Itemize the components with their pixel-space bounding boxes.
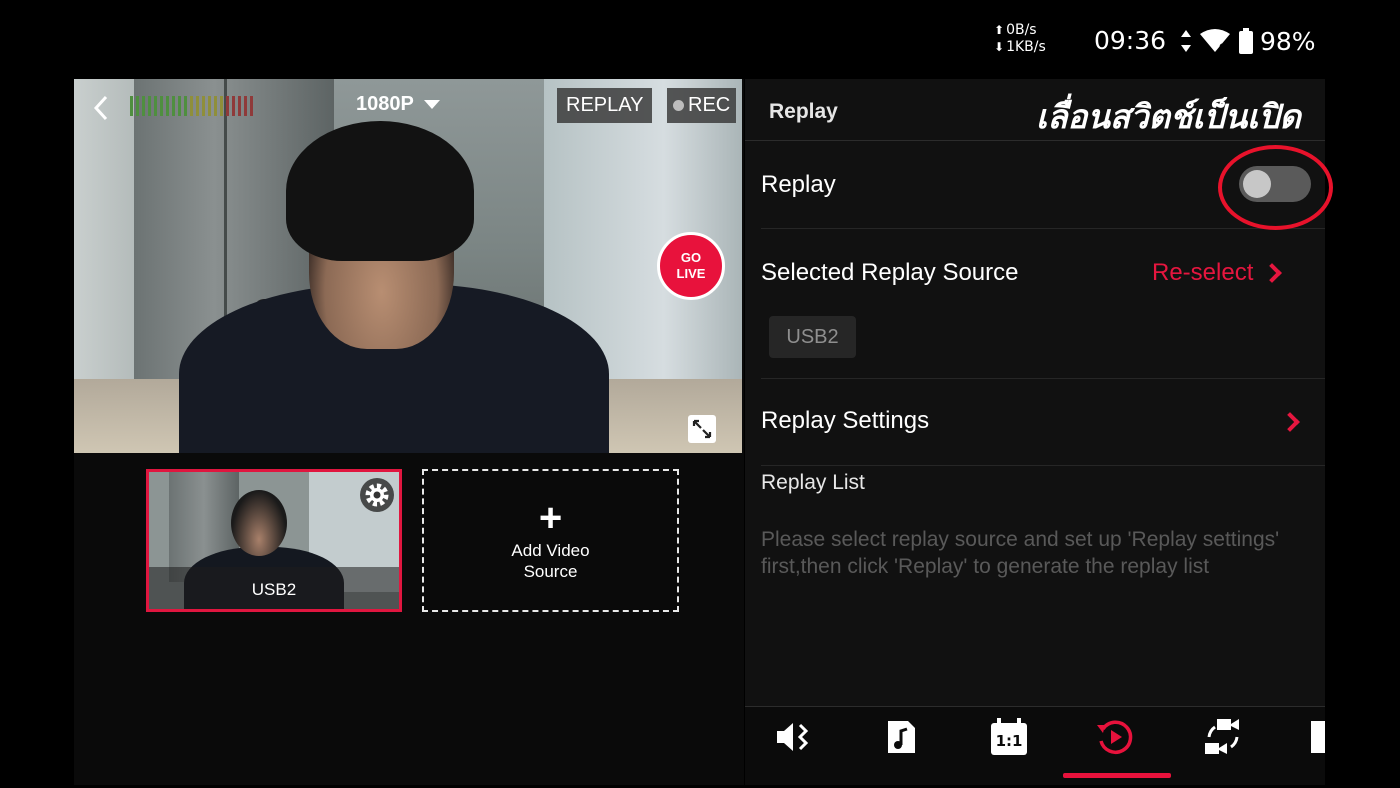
chevron-right-icon xyxy=(1280,412,1300,432)
scene-person-hair xyxy=(286,121,474,261)
replay-list-hint: Please select replay source and set up '… xyxy=(761,528,1280,578)
tile-scene-head xyxy=(231,490,287,556)
back-icon[interactable] xyxy=(88,91,114,125)
battery-icon xyxy=(1239,28,1253,54)
reselect-button[interactable]: Re-select xyxy=(1152,259,1283,287)
network-speed: ⬆ 0B/s ⬇ 1KB/s xyxy=(994,22,1046,55)
battery-level: 98% xyxy=(1260,26,1316,56)
replay-toggle-label: Replay xyxy=(761,171,836,198)
audio-icon[interactable] xyxy=(773,715,817,759)
svg-text:6: 6 xyxy=(1219,43,1225,53)
status-bar: ⬆ 0B/s ⬇ 1KB/s 09:36 6 98% xyxy=(0,0,1400,80)
replay-list-label: Replay List xyxy=(761,471,865,494)
aspect-ratio-button[interactable]: 1:1 xyxy=(987,715,1031,759)
clock: 09:36 xyxy=(1094,26,1167,55)
camera-preview[interactable]: 1080P REPLAY REC GO LIVE xyxy=(74,79,742,453)
selected-source-chip: USB2 xyxy=(769,316,856,358)
video-source-tile[interactable]: USB2 xyxy=(146,469,402,612)
status-icons: 6 98% xyxy=(1180,26,1316,56)
wifi-icon: 6 xyxy=(1200,29,1230,53)
music-icon[interactable] xyxy=(879,715,923,759)
gear-icon[interactable] xyxy=(360,478,394,512)
rec-button[interactable]: REC xyxy=(667,88,737,123)
fullscreen-icon[interactable] xyxy=(688,415,716,443)
rec-label: REC xyxy=(688,94,731,116)
upload-arrow-icon: ⬆ xyxy=(994,23,1005,37)
download-arrow-icon: ⬇ xyxy=(994,40,1005,54)
go-live-line1: GO xyxy=(680,250,702,265)
panel-title: Replay xyxy=(769,100,838,123)
aspect-ratio-icon: 1:1 xyxy=(991,718,1027,755)
annotation-highlight-ring xyxy=(1218,145,1333,230)
go-live-button[interactable]: GO LIVE xyxy=(657,232,725,300)
bottom-toolbar: 1:1 xyxy=(745,706,1325,785)
dropdown-arrow-icon xyxy=(423,100,440,109)
go-live-line2: LIVE xyxy=(676,266,706,281)
active-tab-indicator xyxy=(1063,773,1171,778)
annotation-caption: เลื่อนสวิตช์เป็นเปิด xyxy=(1036,97,1301,136)
replay-chip[interactable]: REPLAY xyxy=(557,88,653,123)
chevron-right-icon xyxy=(1262,263,1283,283)
audio-level-meter xyxy=(130,96,253,116)
add-video-source-button[interactable]: + Add Video Source xyxy=(422,469,679,612)
plus-icon: + xyxy=(538,495,563,540)
resolution-label: 1080P xyxy=(356,93,414,115)
reselect-label: Re-select xyxy=(1152,259,1254,286)
resolution-selector[interactable]: 1080P xyxy=(356,93,440,116)
svg-text:1:1: 1:1 xyxy=(996,732,1023,750)
replay-panel: Replay Replay Selected Replay Source Re-… xyxy=(745,79,1333,785)
source-tile-label: USB2 xyxy=(251,580,297,599)
replay-settings-label: Replay Settings xyxy=(761,407,930,434)
replay-settings-row[interactable]: Replay Settings xyxy=(761,379,1325,466)
replay-icon[interactable] xyxy=(1093,715,1137,759)
overlay-icon[interactable] xyxy=(1305,715,1325,759)
record-dot-icon xyxy=(673,100,684,111)
camera-area: 1080P REPLAY REC GO LIVE USB2 + Add Vide… xyxy=(74,79,744,785)
add-video-source-label: Add Video Source xyxy=(511,540,590,581)
data-transfer-icon xyxy=(1181,30,1191,52)
switch-camera-icon[interactable] xyxy=(1201,715,1245,759)
selected-source-label: Selected Replay Source xyxy=(761,259,1019,286)
